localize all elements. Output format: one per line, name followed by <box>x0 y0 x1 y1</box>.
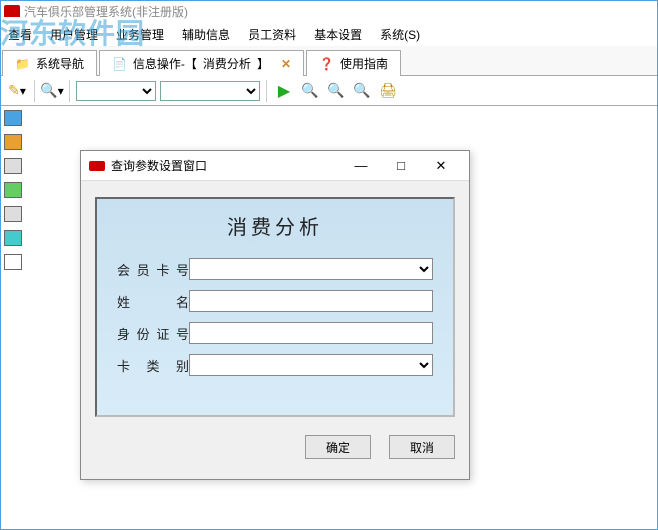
id-number-input[interactable] <box>189 322 433 344</box>
sidebar <box>0 106 26 526</box>
minimize-button[interactable]: — <box>341 152 381 180</box>
separator <box>69 80 70 102</box>
tab-close-icon[interactable]: ✕ <box>281 57 291 71</box>
menu-staff[interactable]: 员工资料 <box>248 26 296 43</box>
tab-suffix: 】 <box>257 55 269 72</box>
edit-button[interactable]: ✎▾ <box>6 80 28 102</box>
search-button[interactable]: 🔍▾ <box>41 80 63 102</box>
dialog-heading: 消费分析 <box>117 211 433 240</box>
sidebar-icon-7[interactable] <box>4 254 22 270</box>
car-icon <box>89 161 105 171</box>
maximize-button[interactable]: □ <box>381 152 421 180</box>
find-2-button[interactable]: 🔍 <box>325 80 347 102</box>
tab-label: 系统导航 <box>36 55 84 72</box>
name-label: 姓 名 <box>117 292 189 311</box>
tab-label: 消费分析 <box>203 55 251 72</box>
sidebar-icon-3[interactable] <box>4 158 22 174</box>
separator <box>34 80 35 102</box>
filter-combo-2[interactable] <box>160 81 260 101</box>
id-number-label: 身份证号 <box>117 324 189 343</box>
printer-icon: 🖨 <box>379 82 397 99</box>
search-icon: 🔍 <box>327 82 344 99</box>
menu-aux-info[interactable]: 辅助信息 <box>182 26 230 43</box>
card-type-label: 卡 类 别 <box>117 356 189 375</box>
menu-system[interactable]: 系统(S) <box>380 26 420 43</box>
tab-system-nav[interactable]: 📁 系统导航 <box>2 50 97 76</box>
tab-usage-guide[interactable]: ❓ 使用指南 <box>306 50 401 76</box>
play-icon: ▶ <box>278 81 290 101</box>
ok-button[interactable]: 确定 <box>305 435 371 459</box>
toolbar: ✎▾ 🔍▾ ▶ 🔍 🔍 🔍 🖨 <box>0 76 658 106</box>
nav-icon: 📁 <box>15 57 30 71</box>
sidebar-icon-1[interactable] <box>4 110 22 126</box>
pencil-icon: ✎ <box>8 82 20 99</box>
tab-label: 使用指南 <box>340 55 388 72</box>
search-icon: 🔍 <box>40 82 57 99</box>
help-icon: ❓ <box>319 57 334 71</box>
tab-prefix: 信息操作-【 <box>133 55 197 72</box>
search-icon: 🔍 <box>301 82 318 99</box>
search-icon: 🔍 <box>353 82 370 99</box>
member-card-select[interactable] <box>189 258 433 280</box>
sidebar-icon-6[interactable] <box>4 230 22 246</box>
find-3-button[interactable]: 🔍 <box>351 80 373 102</box>
filter-combo-1[interactable] <box>76 81 156 101</box>
close-button[interactable]: ✕ <box>421 152 461 180</box>
form-panel: 消费分析 会员卡号 姓 名 身份证号 卡 类 别 <box>95 197 455 417</box>
print-button[interactable]: 🖨 <box>377 80 399 102</box>
query-params-dialog: 查询参数设置窗口 — □ ✕ 消费分析 会员卡号 姓 名 身份证号 卡 类 别 <box>80 150 470 480</box>
separator <box>266 80 267 102</box>
dialog-title: 查询参数设置窗口 <box>111 157 207 174</box>
sidebar-icon-2[interactable] <box>4 134 22 150</box>
run-button[interactable]: ▶ <box>273 80 295 102</box>
card-type-select[interactable] <box>189 354 433 376</box>
doc-icon: 📄 <box>112 57 127 71</box>
sidebar-icon-5[interactable] <box>4 206 22 222</box>
dialog-titlebar[interactable]: 查询参数设置窗口 — □ ✕ <box>81 151 469 181</box>
cancel-button[interactable]: 取消 <box>389 435 455 459</box>
member-card-label: 会员卡号 <box>117 260 189 279</box>
sidebar-icon-4[interactable] <box>4 182 22 198</box>
tab-consumption-analysis[interactable]: 📄 信息操作-【消费分析】 ✕ <box>99 50 304 76</box>
watermark: 河东软件园 <box>0 12 145 52</box>
name-input[interactable] <box>189 290 433 312</box>
menu-settings[interactable]: 基本设置 <box>314 26 362 43</box>
find-1-button[interactable]: 🔍 <box>299 80 321 102</box>
